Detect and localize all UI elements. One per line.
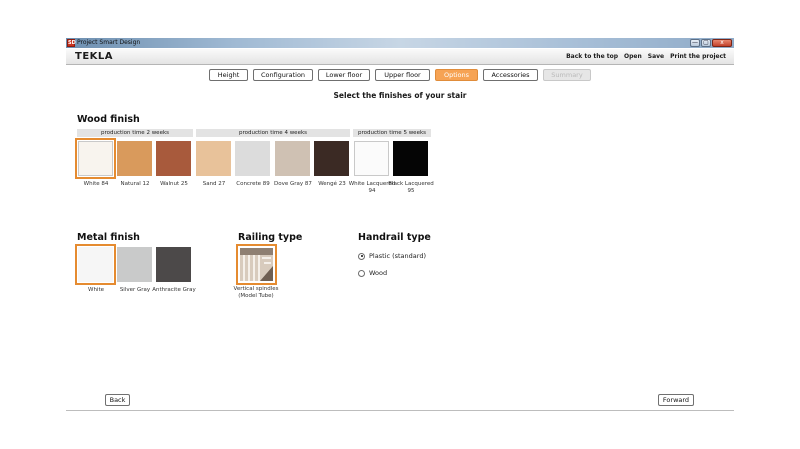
swatch-color xyxy=(275,141,310,176)
tab-configuration[interactable]: Configuration xyxy=(253,69,313,81)
window-controls: — ▢ x xyxy=(690,39,732,47)
tab-options[interactable]: Options xyxy=(435,69,478,81)
spindles-icon xyxy=(240,248,273,281)
footer-divider xyxy=(66,410,734,411)
handrail-option-label: Wood xyxy=(369,269,388,277)
tab-accessories[interactable]: Accessories xyxy=(483,69,538,81)
swatch-color xyxy=(196,141,231,176)
tab-summary: Summary xyxy=(543,69,591,81)
tekla-logo: TEKLA xyxy=(75,51,114,62)
wood-swatch[interactable] xyxy=(392,140,429,177)
railing-option-label: Vertical spindles (Model Tube) xyxy=(233,286,279,299)
wood-swatch[interactable] xyxy=(353,140,390,177)
save-link[interactable]: Save xyxy=(648,53,664,60)
handrail-option-wood[interactable]: Wood xyxy=(358,269,387,277)
wood-swatch[interactable] xyxy=(116,140,153,177)
page-subtitle: Select the finishes of your stair xyxy=(333,91,467,100)
forward-button[interactable]: Forward xyxy=(658,394,694,406)
metal-swatch[interactable] xyxy=(116,246,153,283)
tab-lower-floor[interactable]: Lower floor xyxy=(318,69,370,81)
wood-swatch[interactable] xyxy=(274,140,311,177)
app-window: SD Project Smart Design — ▢ x TEKLA Back… xyxy=(0,0,800,449)
radio-plastic[interactable] xyxy=(358,252,365,260)
wood-swatch-label: Black Lacquered 95 xyxy=(388,181,434,194)
app-icon: SD xyxy=(67,39,76,47)
wood-finish-title: Wood finish xyxy=(77,114,140,125)
maximize-icon[interactable]: ▢ xyxy=(701,39,711,47)
swatch-color xyxy=(314,141,349,176)
production-time-4-weeks: production time 4 weeks xyxy=(196,129,350,137)
print-project-link[interactable]: Print the project xyxy=(670,53,726,60)
swatch-color xyxy=(117,247,152,282)
wood-swatch[interactable] xyxy=(313,140,350,177)
step-tabs: Height Configuration Lower floor Upper f… xyxy=(0,69,800,81)
minimize-icon[interactable]: — xyxy=(690,39,700,47)
tab-height[interactable]: Height xyxy=(209,69,248,81)
railing-thumbnail xyxy=(240,248,273,281)
handrail-type-title: Handrail type xyxy=(358,232,431,243)
wood-swatch[interactable] xyxy=(234,140,271,177)
wood-swatch[interactable] xyxy=(75,138,116,179)
back-to-top-link[interactable]: Back to the top xyxy=(566,53,618,60)
open-link[interactable]: Open xyxy=(624,53,642,60)
handrail-option-label: Plastic (standard) xyxy=(369,252,426,260)
swatch-color xyxy=(393,141,428,176)
swatch-color xyxy=(117,141,152,176)
handrail-option-plastic[interactable]: Plastic (standard) xyxy=(358,252,426,260)
metal-swatch[interactable] xyxy=(75,244,116,285)
railing-type-title: Railing type xyxy=(238,232,303,243)
wood-swatch[interactable] xyxy=(155,140,192,177)
back-button[interactable]: Back xyxy=(105,394,130,406)
wood-swatch[interactable] xyxy=(195,140,232,177)
close-icon[interactable]: x xyxy=(712,39,732,47)
title-bar: SD Project Smart Design — ▢ x xyxy=(66,38,734,48)
swatch-color xyxy=(78,247,113,282)
metal-finish-title: Metal finish xyxy=(77,232,140,243)
metal-swatch-label: Anthracite Gray xyxy=(152,287,196,293)
app-header: TEKLA Back to the top Open Save Print th… xyxy=(66,49,734,65)
swatch-color xyxy=(235,141,270,176)
railing-option-vertical-spindles[interactable] xyxy=(236,244,277,285)
header-links: Back to the top Open Save Print the proj… xyxy=(566,53,726,60)
tab-upper-floor[interactable]: Upper floor xyxy=(375,69,430,81)
swatch-color xyxy=(156,141,191,176)
production-time-5-weeks: production time 5 weeks xyxy=(353,129,431,137)
swatch-color xyxy=(78,141,113,176)
radio-wood[interactable] xyxy=(358,269,365,277)
window-title: Project Smart Design xyxy=(77,39,141,46)
swatch-color xyxy=(354,141,389,176)
metal-swatch[interactable] xyxy=(155,246,192,283)
swatch-color xyxy=(156,247,191,282)
production-time-2-weeks: production time 2 weeks xyxy=(77,129,193,137)
